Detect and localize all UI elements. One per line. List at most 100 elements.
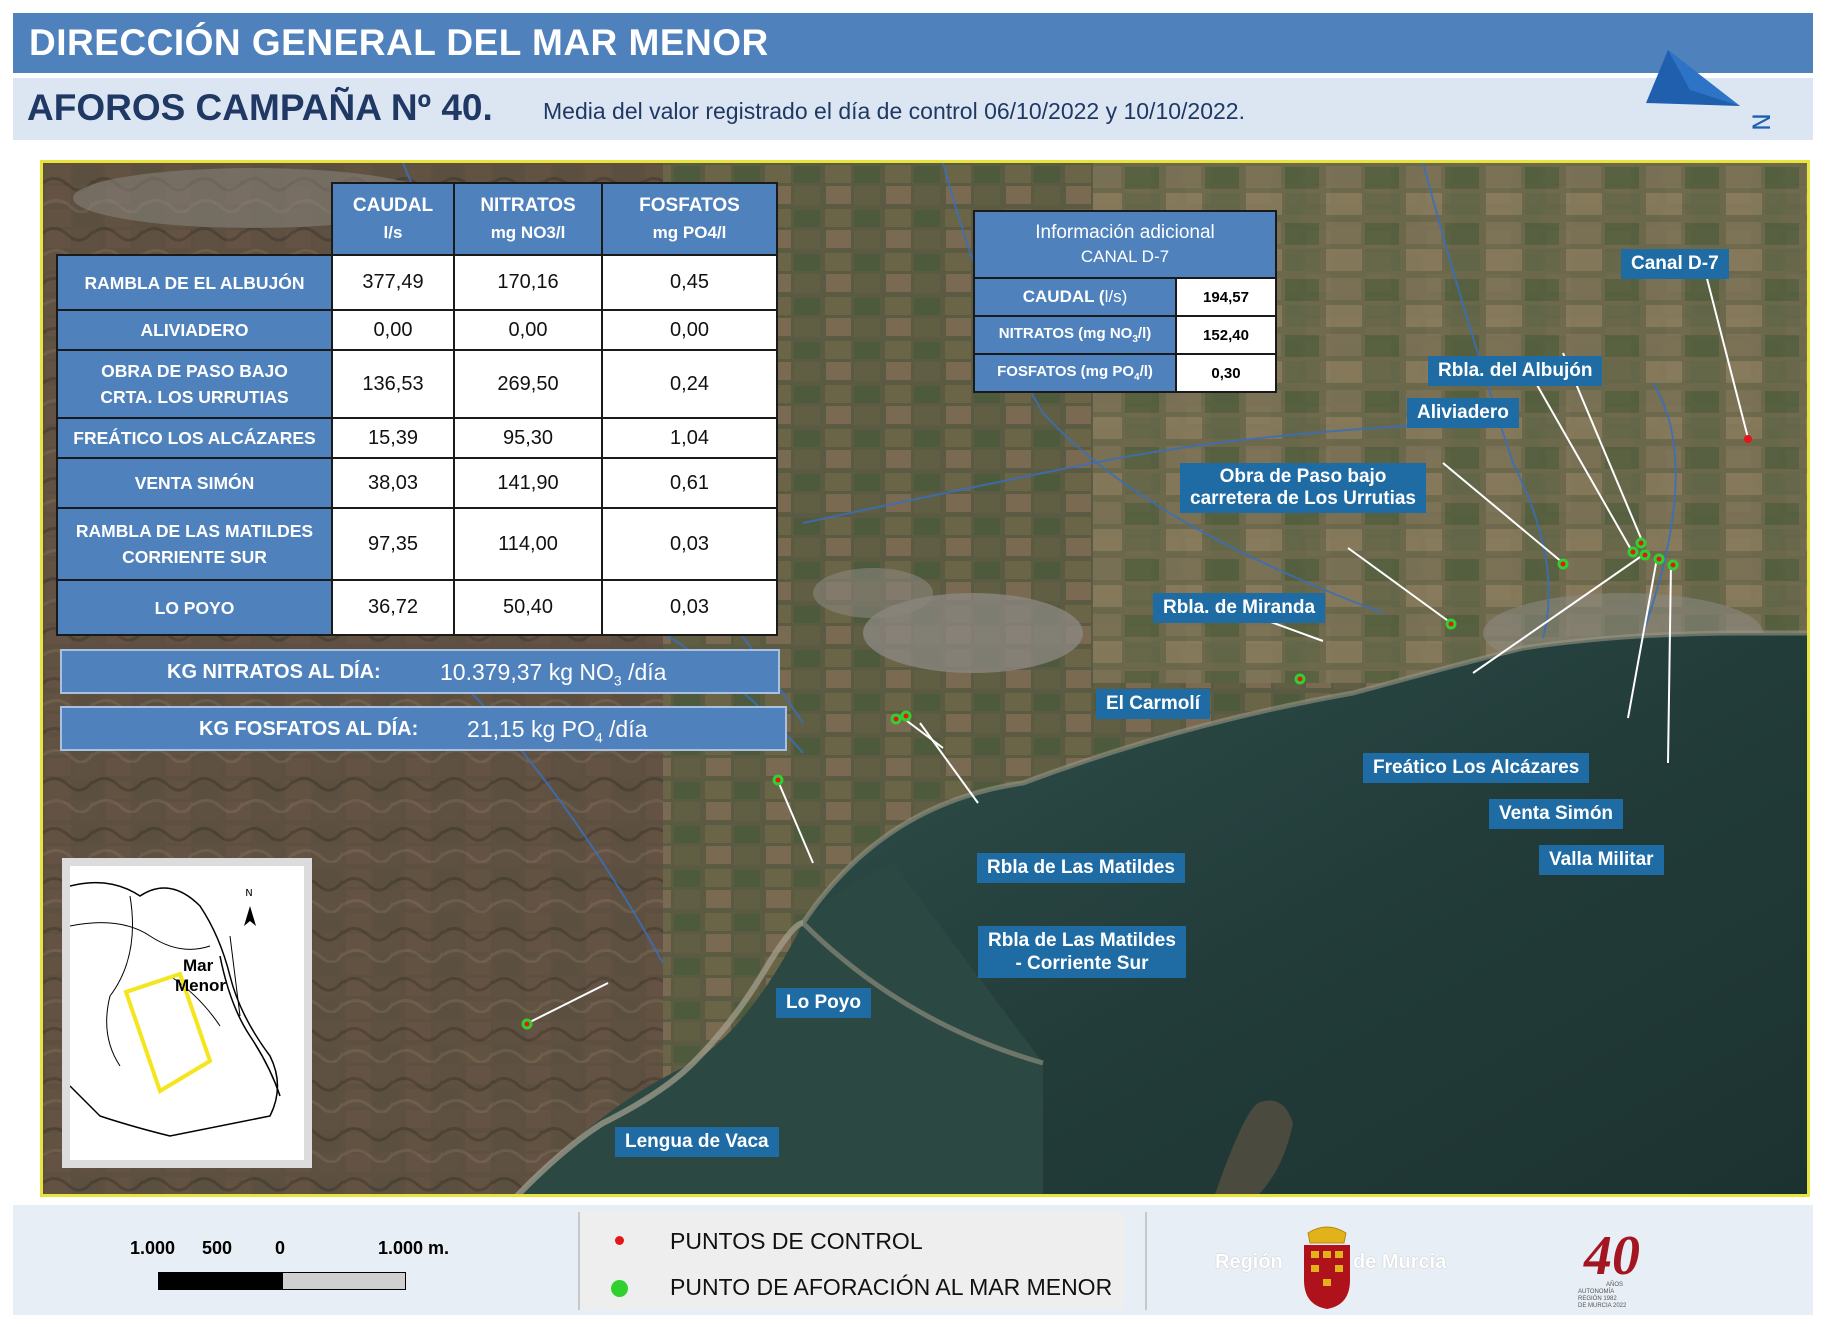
total-nitratos-value: 10.379,37 kg NO3 /día [440,659,666,689]
inset-label-line2: Menor [175,976,226,995]
campaign-description: Media del valor registrado el día de con… [543,98,1245,124]
total-fosfatos-unit: /día [602,716,648,742]
additional-info-value: 194,57 [1175,277,1277,317]
header-fosfatos-line1: FOSFATOS [639,195,740,216]
total-nitratos-subscript: 3 [613,672,622,689]
cell-fosfatos: 0,03 [601,507,778,581]
label-lengua-vaca: Lengua de Vaca [615,1127,779,1157]
header-banner: DIRECCIÓN GENERAL DEL MAR MENOR [13,13,1813,73]
cell-caudal: 0,00 [331,309,455,351]
anniversary-logo: 40 AÑOS AUTONOMÍA REGIÓN 1982 DE MURCIA … [1570,1225,1690,1312]
additional-info-title-line1: Información adicional [1035,221,1215,243]
additional-info-title: Información adicional CANAL D-7 [973,210,1277,279]
inset-north-label: N [245,888,252,899]
label-el-carmoli: El Carmolí [1096,689,1210,719]
point-aliviadero [1635,537,1647,549]
header-caudal-line1: CAUDAL [352,195,434,216]
anniversary-line1: AÑOS [1606,1282,1624,1288]
row-name: FREÁTICO LOS ALCÁZARES [56,417,333,459]
row-name: VENTA SIMÓN [56,457,333,509]
footer-divider [578,1212,580,1310]
logo-text-region: Región [1215,1251,1283,1273]
cell-nitratos: 114,00 [453,507,603,581]
label-rbla-matildes-cs: Rbla de Las Matildes - Corriente Sur [978,926,1186,978]
header-caudal-line2: l/s [383,223,403,242]
cell-fosfatos: 0,03 [601,579,778,636]
inset-label-line1: Mar [183,956,214,975]
table-row: LO POYO 36,72 50,40 0,03 [56,579,778,636]
table-row: OBRA DE PASO BAJO CRTA. LOS URRUTIAS 136… [56,349,778,419]
map-area[interactable]: Canal D-7 Rbla. del Albujón Aliviadero O… [40,160,1810,1197]
cell-nitratos: 0,00 [453,309,603,351]
point-obra-paso [1557,558,1569,570]
label-freatico: Freático Los Alcázares [1363,753,1590,783]
cell-nitratos: 170,16 [453,254,603,311]
legend-label-control: PUNTOS DE CONTROL [670,1228,923,1254]
cell-nitratos: 269,50 [453,349,603,419]
anniversary-number: 40 [1584,1225,1640,1287]
legend-label-gauging: PUNTO DE AFORACIÓN AL MAR MENOR [670,1274,1113,1300]
point-lo-poyo [772,774,784,786]
row-name: ALIVIADERO [56,309,333,351]
table-row: RAMBLA DE EL ALBUJÓN 377,49 170,16 0,45 [56,254,778,311]
inset-map: N Mar Menor [62,858,312,1168]
table-header-row: CAUDAL l/s NITRATOS mg NO3/l FOSFATOS mg PO… [57,182,778,256]
label-canal-d7: Canal D-7 [1621,249,1729,279]
additional-info-row: CAUDAL (l/s) 194,57 [973,277,1277,317]
table-row: RAMBLA DE LAS MATILDES CORRIENTE SUR 97,… [56,507,778,581]
header-fosfatos: FOSFATOS mg PO4/l [601,182,778,256]
inset-map-svg: N Mar Menor [70,866,304,1160]
scale-segment-light [282,1272,406,1290]
cell-fosfatos: 0,45 [601,254,778,311]
anniversary-line3: REGIÓN 1982 [1578,1296,1617,1302]
label-end: l/s) [1104,287,1128,306]
cell-fosfatos: 1,04 [601,417,778,459]
additional-info-row: NITRATOS (mg NO3/l) 152,40 [973,315,1277,355]
cell-caudal: 377,49 [331,254,455,311]
scale-bar: 1.000 500 0 1.000 m. [130,1238,460,1298]
additional-info-table: Información adicional CANAL D-7 CAUDAL (… [973,210,1277,393]
additional-info-row: FOSFATOS (mg PO4/l) 0,30 [973,353,1277,393]
total-fosfatos-number: 21,15 kg PO [467,716,595,742]
table-corner [57,183,332,255]
region-murcia-logo: Región de Murcia [1210,1225,1470,1310]
legend-control-point-icon [615,1236,624,1245]
total-fosfatos-subscript: 4 [594,729,603,746]
point-lengua-vaca [521,1018,533,1030]
campaign-title: AFOROS CAMPAÑA Nº 40. [27,87,493,128]
legend: PUNTOS DE CONTROL PUNTO DE AFORACIÓN AL … [580,1212,1125,1310]
row-name: RAMBLA DE EL ALBUJÓN [56,254,333,311]
table-row: FREÁTICO LOS ALCÁZARES 15,39 95,30 1,04 [56,417,778,459]
header-nitratos-line2: mg NO3/l [490,223,566,242]
scale-label-1000-right: 1.000 [378,1238,424,1258]
point-matildes-cs [900,710,912,722]
label-valla-militar: Valla Militar [1539,845,1664,875]
label-end: /l) [1139,363,1153,380]
total-fosfatos-bar: KG FOSFATOS AL DÍA: 21,15 kg PO4 /día [60,706,787,751]
anniversary-line2: AUTONOMÍA [1578,1289,1615,1295]
cell-nitratos: 141,90 [453,457,603,509]
row-name: OBRA DE PASO BAJO CRTA. LOS URRUTIAS [56,349,333,419]
label-venta-simon: Venta Simón [1489,799,1624,829]
total-nitratos-label: KG NITRATOS AL DÍA: [167,661,381,683]
cell-caudal: 15,39 [331,417,455,459]
header-nitratos-line1: NITRATOS [480,195,576,216]
total-nitratos-number: 10.379,37 kg NO [440,659,614,685]
label-rbla-matildes: Rbla de Las Matildes [977,853,1185,883]
cell-nitratos: 95,30 [453,417,603,459]
label-obra-paso-line2: carretera de Los Urrutias [1190,488,1416,509]
total-nitratos-bar: KG NITRATOS AL DÍA: 10.379,37 kg NO3 /dí… [60,649,780,694]
label-rbla-miranda: Rbla. de Miranda [1153,593,1326,623]
additional-info-label: CAUDAL (l/s) [973,277,1177,317]
coat-of-arms-icon [1304,1226,1350,1309]
table-row: VENTA SIMÓN 38,03 141,90 0,61 [56,457,778,509]
additional-info-header-row: Información adicional CANAL D-7 [973,210,1277,279]
point-freatico [1639,549,1651,561]
cell-caudal: 136,53 [331,349,455,419]
point-albujon [1627,546,1639,558]
label-obra-paso: Obra de Paso bajo carretera de Los Urrut… [1180,463,1426,513]
flow-table: CAUDAL l/s NITRATOS mg NO3/l FOSFATOS mg PO… [56,182,778,636]
north-arrow-icon: N [1646,50,1776,131]
additional-info-title-line2: CANAL D-7 [1080,246,1170,266]
cell-caudal: 36,72 [331,579,455,636]
